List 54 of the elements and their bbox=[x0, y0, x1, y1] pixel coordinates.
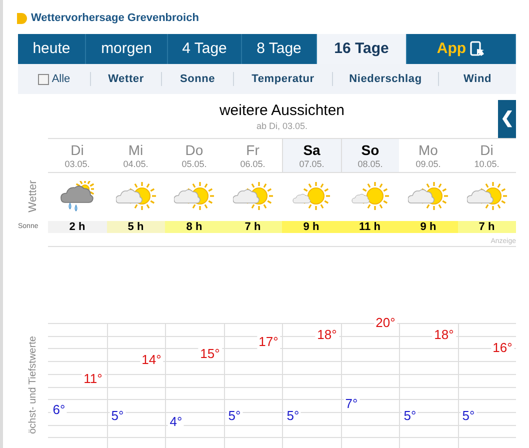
sun-cloud-icon bbox=[466, 182, 507, 212]
low-temperature: 5° bbox=[284, 409, 302, 423]
section-title: weitere Aussichten bbox=[219, 102, 345, 120]
all-checkbox[interactable]: Alle bbox=[18, 70, 90, 88]
sun-cloud-icon bbox=[232, 182, 273, 212]
sun-hours: 2 h bbox=[48, 220, 106, 234]
low-temperature: 5° bbox=[460, 409, 477, 423]
logo-icon bbox=[17, 12, 27, 24]
collapse-button[interactable]: ❮ bbox=[498, 100, 516, 138]
high-temperature: 20° bbox=[374, 316, 398, 330]
high-temperature: 11° bbox=[82, 372, 104, 386]
filter-link[interactable]: Sonne bbox=[162, 70, 233, 88]
high-temperature: 16° bbox=[490, 340, 514, 355]
page-title: Wettervorhersage Grevenbroich bbox=[31, 10, 199, 26]
filter-link[interactable]: Niederschlag bbox=[333, 70, 438, 88]
low-temperature: 6° bbox=[50, 402, 68, 417]
sun-cloud-icon bbox=[174, 182, 214, 212]
checkbox[interactable] bbox=[38, 74, 49, 84]
sun-hours: 11 h bbox=[340, 220, 399, 234]
day-header: Fr 06.05. bbox=[224, 138, 282, 173]
sun-hours: 9 h bbox=[282, 220, 340, 234]
sun-hours: 9 h bbox=[399, 220, 458, 234]
day-header: So 08.05. bbox=[340, 138, 399, 173]
day-header: Do 05.05. bbox=[165, 138, 224, 173]
day-header: Mi 04.05. bbox=[106, 138, 165, 173]
sun-hours: 7 h bbox=[458, 220, 516, 234]
low-temperature: 5° bbox=[402, 409, 418, 423]
high-temperature: 17° bbox=[256, 334, 280, 349]
filter-link[interactable]: Wetter bbox=[91, 70, 161, 88]
day-header: Di 03.05. bbox=[48, 138, 106, 173]
sun-cloud-icon bbox=[291, 182, 332, 212]
day-header: Sa 07.05. bbox=[282, 138, 340, 173]
high-temperature: 15° bbox=[198, 347, 222, 361]
sun-hours: 7 h bbox=[224, 220, 282, 234]
day-header: Di 10.05. bbox=[458, 138, 516, 173]
row-label: Wetter bbox=[26, 180, 40, 213]
sun-cloud-icon bbox=[116, 182, 156, 212]
day-header: Mo 09.05. bbox=[399, 138, 458, 173]
low-temperature: 5° bbox=[109, 409, 126, 423]
axis-label: öchst- und Tiefstwerte bbox=[26, 336, 40, 434]
sun-cloud-icon bbox=[350, 182, 390, 212]
tab[interactable]: 16 Tage bbox=[317, 34, 407, 64]
rain-cloud-sun-icon bbox=[60, 180, 94, 212]
phone-icon bbox=[469, 41, 486, 57]
section-subtitle: ab Di, 03.05. bbox=[256, 120, 308, 132]
filter-link[interactable]: Temperatur bbox=[234, 70, 332, 88]
high-temperature: 18° bbox=[315, 328, 339, 342]
sun-hours: 8 h bbox=[165, 220, 224, 234]
sun-cloud-icon bbox=[408, 182, 448, 212]
filter-link[interactable]: Wind bbox=[439, 70, 516, 88]
high-temperature: 18° bbox=[432, 328, 456, 342]
low-temperature: 5° bbox=[226, 409, 243, 423]
sun-hours: 5 h bbox=[106, 220, 165, 234]
low-temperature: 7° bbox=[343, 396, 360, 411]
